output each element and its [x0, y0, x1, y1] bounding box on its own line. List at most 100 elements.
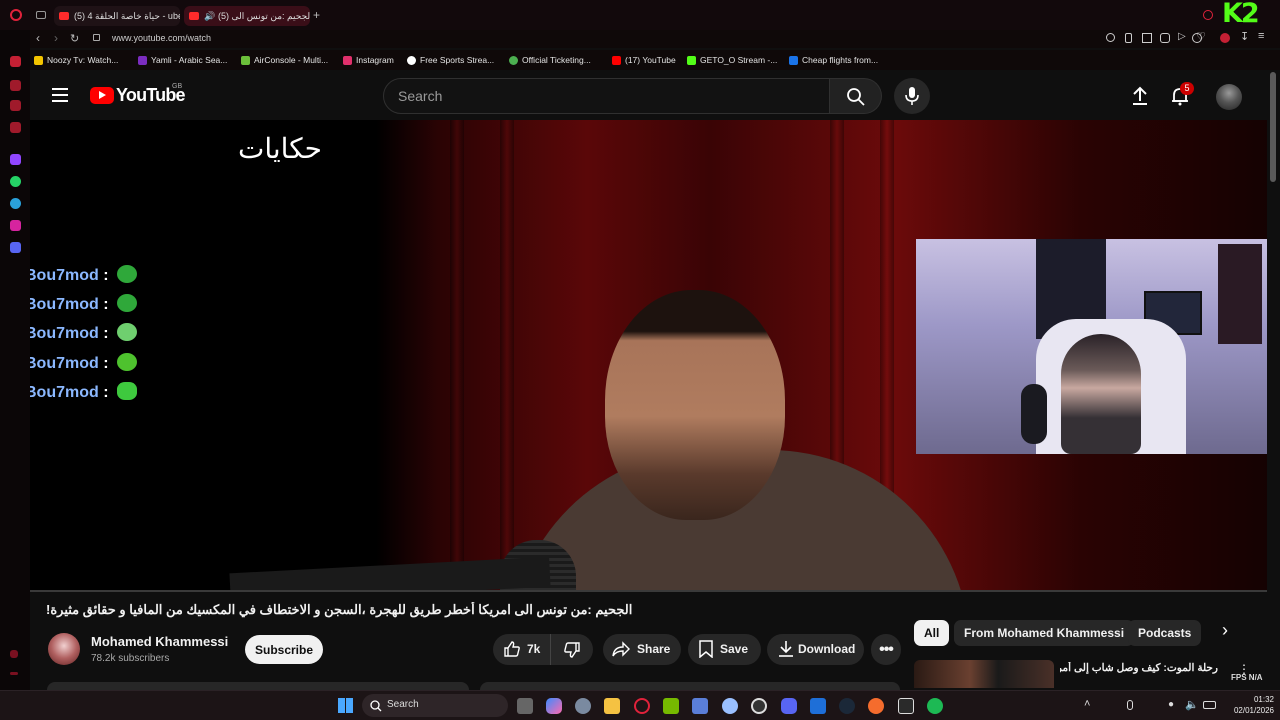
channel-avatar[interactable] [48, 633, 80, 665]
search-button[interactable] [830, 78, 882, 114]
download-icon[interactable]: ↧ [1240, 30, 1249, 43]
bookmark-airconsole[interactable]: AirConsole - Multi... [241, 53, 328, 67]
channel-name[interactable]: Mohamed Khammessi [91, 634, 228, 649]
file-explorer-icon[interactable] [604, 698, 620, 714]
spotify-icon[interactable] [927, 698, 943, 714]
bookmark-instagram[interactable]: Instagram [343, 53, 394, 67]
app-icon[interactable] [722, 698, 738, 714]
bookmark-cheap-flights[interactable]: Cheap flights from... [789, 53, 878, 67]
settings-gear-icon[interactable] [575, 698, 591, 714]
new-tab-button[interactable]: + [313, 8, 320, 22]
menu-icon[interactable]: ≡ [1258, 30, 1264, 42]
store-icon[interactable] [692, 698, 708, 714]
page-scrollbar[interactable] [1270, 72, 1276, 182]
bookmark-favicon-icon [509, 56, 518, 65]
sidebar-player-icon[interactable] [10, 80, 21, 91]
save-button[interactable]: Save [688, 634, 761, 665]
dislike-button[interactable] [551, 634, 593, 665]
tray-volume-icon[interactable]: 🔈 [1185, 698, 1199, 711]
video-player[interactable]: حكايات Bou7mod : Bou7mod : Bou7mod : Bou… [30, 120, 1267, 592]
clock[interactable]: 01:32 02/01/2026 [1226, 694, 1274, 716]
like-dislike-group: 7k [493, 634, 593, 665]
discord-icon[interactable] [10, 242, 21, 253]
obs-icon[interactable] [751, 698, 767, 714]
chip-all[interactable]: All [914, 620, 950, 646]
discord-taskbar-icon[interactable] [781, 698, 797, 714]
speaker-icon: 🔊 [204, 11, 216, 21]
download-button[interactable]: Download [767, 634, 864, 665]
recommended-thumbnail[interactable] [914, 660, 1054, 688]
notifications-button[interactable]: 5 [1168, 82, 1194, 108]
account-avatar[interactable] [1216, 84, 1242, 110]
bookmark-geto-stream[interactable]: GETO_O Stream -... [687, 53, 777, 67]
search-input[interactable] [384, 79, 804, 113]
show-logo: حكايات [238, 132, 322, 165]
desk-edge [229, 556, 551, 592]
snapshot-icon[interactable] [1142, 33, 1152, 43]
sidebar-settings-icon[interactable] [10, 650, 18, 658]
nvidia-icon[interactable] [663, 698, 679, 714]
telegram-icon[interactable] [10, 198, 21, 209]
steam-icon[interactable] [839, 698, 855, 714]
description-box[interactable] [47, 682, 469, 690]
sidebar-music-icon[interactable] [10, 122, 21, 133]
sidebar-dot-icon[interactable] [10, 56, 21, 67]
bookmark-noozy[interactable]: Noozy Tv: Watch... [34, 53, 118, 67]
recommended-title[interactable]: رحلة الموت: كيف وصل شاب إلى أمريكا [1060, 662, 1218, 674]
opera-icon[interactable] [10, 9, 22, 21]
bookmark-label: (17) YouTube [625, 55, 676, 65]
bookmark-youtube[interactable]: (17) YouTube [612, 53, 676, 67]
reload-icon[interactable]: ↻ [70, 32, 79, 45]
back-icon[interactable]: ‹ [36, 31, 40, 45]
whatsapp-icon[interactable] [10, 176, 21, 187]
tray-battery-icon[interactable] [1203, 701, 1216, 709]
microphone-icon [905, 87, 919, 105]
task-view-icon[interactable] [517, 698, 533, 714]
tab-list-icon[interactable] [36, 11, 46, 19]
url-field[interactable]: www.youtube.com/watch [112, 33, 211, 43]
video-progress-track[interactable] [30, 590, 1267, 592]
chat-message: Bou7mod : [30, 382, 137, 404]
bookmark-favicon-icon [241, 56, 250, 65]
subscribe-button[interactable]: Subscribe [245, 635, 323, 664]
more-actions-button[interactable]: ••• [871, 634, 901, 665]
twitch-icon[interactable] [10, 154, 21, 165]
tab-hayat-khassa[interactable]: (5) حياة خاصة الحلقة 4 - ube [54, 6, 180, 26]
sidebar-more-icon[interactable] [10, 672, 18, 675]
bookmark-favicon-icon [34, 56, 43, 65]
taskbar-search[interactable]: Search [362, 694, 508, 717]
profile-icon[interactable] [1220, 33, 1230, 43]
share-button[interactable]: Share [603, 634, 681, 665]
origin-icon[interactable] [868, 698, 884, 714]
instagram-icon[interactable] [10, 220, 21, 231]
chevron-right-icon[interactable]: › [1222, 620, 1228, 641]
tray-chevron-icon[interactable]: ˄ [1084, 698, 1090, 710]
zoom-icon[interactable] [1106, 33, 1115, 42]
forward-icon[interactable]: › [54, 31, 58, 45]
search-tabs-icon[interactable] [1203, 10, 1213, 20]
voice-search-button[interactable] [894, 78, 930, 114]
chip-from-channel[interactable]: From Mohamed Khammessi [954, 620, 1135, 646]
app-blue-icon[interactable] [810, 698, 826, 714]
lock-icon [93, 34, 100, 41]
comment-box[interactable] [480, 682, 900, 690]
copilot-icon[interactable] [546, 698, 562, 714]
bookmark-free-sports[interactable]: Free Sports Strea... [407, 53, 494, 67]
player-icon[interactable]: ▷ [1178, 31, 1186, 42]
tray-microphone-icon[interactable] [1127, 700, 1133, 710]
tray-network-icon[interactable]: ● [1168, 699, 1174, 710]
windows-start-icon[interactable] [338, 698, 353, 713]
sidebar-messenger-icon[interactable] [10, 100, 21, 111]
hamburger-menu-icon[interactable] [52, 88, 68, 102]
bookmark-official-ticketing[interactable]: Official Ticketing... [509, 53, 591, 67]
chip-podcasts[interactable]: Podcasts [1128, 620, 1202, 646]
epic-games-icon[interactable] [898, 698, 914, 714]
pin-icon[interactable] [1125, 33, 1132, 43]
opera-gx-icon[interactable] [634, 698, 650, 714]
vpn-icon[interactable] [1160, 33, 1170, 43]
like-button[interactable]: 7k [493, 634, 551, 665]
create-upload-icon[interactable] [1130, 86, 1150, 106]
tab-active-video[interactable]: 🔊 (5) الجحيم :من تونس الى [184, 6, 310, 26]
bookmark-yamli[interactable]: Yamli - Arabic Sea... [138, 53, 227, 67]
favorites-icon[interactable]: ♡ [1196, 30, 1206, 43]
